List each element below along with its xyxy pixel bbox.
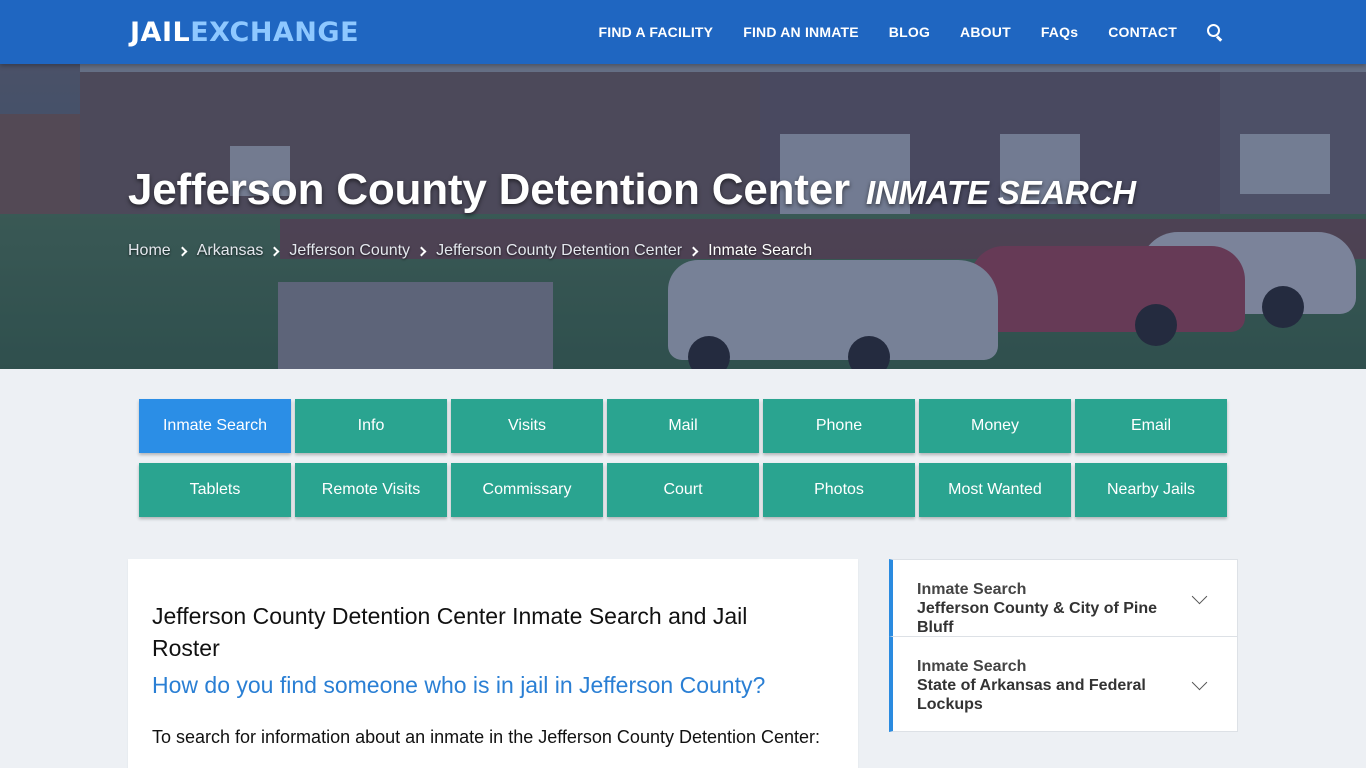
site-logo[interactable]: JAILEXCHANGE xyxy=(130,17,359,49)
logo-exchange: EXCHANGE xyxy=(190,17,360,48)
tile-tablets[interactable]: Tablets xyxy=(139,463,291,517)
tile-commissary[interactable]: Commissary xyxy=(451,463,603,517)
chevron-right-icon xyxy=(177,246,188,256)
tile-most-wanted[interactable]: Most Wanted xyxy=(919,463,1071,517)
tile-email[interactable]: Email xyxy=(1075,399,1227,453)
breadcrumb: Home Arkansas Jefferson County Jefferson… xyxy=(128,242,812,260)
tile-phone[interactable]: Phone xyxy=(763,399,915,453)
accordion-item-text: Inmate Search Jefferson County & City of… xyxy=(917,580,1182,637)
breadcrumb-facility[interactable]: Jefferson County Detention Center xyxy=(436,242,682,260)
page-title-main: Jefferson County Detention Center xyxy=(128,165,850,214)
chevron-right-icon xyxy=(416,246,427,256)
chevron-right-icon xyxy=(269,246,280,256)
main-content-card: Jefferson County Detention Center Inmate… xyxy=(128,559,858,768)
tile-money[interactable]: Money xyxy=(919,399,1071,453)
nav-contact[interactable]: CONTACT xyxy=(1108,24,1177,40)
accordion-item-label: Inmate Search xyxy=(917,581,1027,598)
tile-remote-visits[interactable]: Remote Visits xyxy=(295,463,447,517)
accordion-item-sublabel: Jefferson County & City of Pine Bluff xyxy=(917,600,1158,636)
chevron-down-icon[interactable] xyxy=(1191,674,1208,691)
tile-info[interactable]: Info xyxy=(295,399,447,453)
logo-jail: JAIL xyxy=(130,17,191,48)
chevron-down-icon[interactable] xyxy=(1191,588,1208,605)
tile-photos[interactable]: Photos xyxy=(763,463,915,517)
main-nav: FIND A FACILITY FIND AN INMATE BLOG ABOU… xyxy=(568,0,1223,64)
hero-overlay xyxy=(0,64,1366,369)
tile-mail[interactable]: Mail xyxy=(607,399,759,453)
tile-inmate-search[interactable]: Inmate Search xyxy=(139,399,291,453)
page-title: Jefferson County Detention Center INMATE… xyxy=(128,165,1136,215)
breadcrumb-county[interactable]: Jefferson County xyxy=(289,242,410,260)
chevron-right-icon xyxy=(688,246,699,256)
content-heading: Jefferson County Detention Center Inmate… xyxy=(152,603,748,661)
search-icon[interactable] xyxy=(1207,24,1223,40)
content-intro: To search for information about an inmat… xyxy=(152,727,821,747)
nav-faqs[interactable]: FAQs xyxy=(1041,24,1078,40)
nav-find-inmate[interactable]: FIND AN INMATE xyxy=(743,24,859,40)
page-title-subtitle: INMATE SEARCH xyxy=(865,174,1136,211)
accordion-item-county-search[interactable]: Inmate Search Jefferson County & City of… xyxy=(889,559,1238,637)
content-question: How do you find someone who is in jail i… xyxy=(152,672,766,698)
tile-visits[interactable]: Visits xyxy=(451,399,603,453)
tile-nearby-jails[interactable]: Nearby Jails xyxy=(1075,463,1227,517)
nav-find-facility[interactable]: FIND A FACILITY xyxy=(598,24,713,40)
top-navigation-bar: JAILEXCHANGE FIND A FACILITY FIND AN INM… xyxy=(0,0,1366,64)
sidebar-accordion: Inmate Search Jefferson County & City of… xyxy=(889,559,1238,732)
accordion-item-state-search[interactable]: Inmate Search State of Arkansas and Fede… xyxy=(889,637,1238,732)
hero-banner: Jefferson County Detention Center INMATE… xyxy=(0,64,1366,369)
nav-about[interactable]: ABOUT xyxy=(960,24,1011,40)
facility-section-tiles: Inmate Search Info Visits Mail Phone Mon… xyxy=(139,399,1227,517)
accordion-item-text: Inmate Search State of Arkansas and Fede… xyxy=(917,657,1182,714)
breadcrumb-home[interactable]: Home xyxy=(128,242,171,260)
nav-blog[interactable]: BLOG xyxy=(889,24,930,40)
breadcrumb-state[interactable]: Arkansas xyxy=(197,242,264,260)
tile-court[interactable]: Court xyxy=(607,463,759,517)
accordion-item-sublabel: State of Arkansas and Federal Lockups xyxy=(917,677,1146,713)
breadcrumb-current: Inmate Search xyxy=(708,242,813,259)
accordion-item-label: Inmate Search xyxy=(917,658,1027,675)
